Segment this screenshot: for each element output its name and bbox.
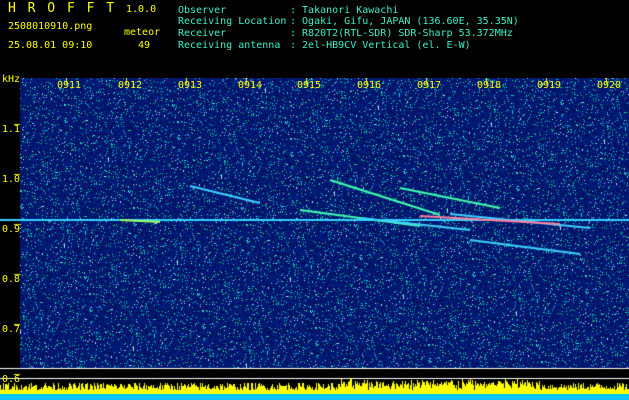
info-value-observer: : Takanori Kawachi — [290, 5, 399, 16]
time-tick-label: 0917 — [417, 80, 442, 91]
info-value-location: : Ogaki, Gifu, JAPAN (136.60E, 35.35N) — [290, 16, 519, 27]
info-label-antenna: Receiving antenna — [178, 40, 281, 51]
frequency-tick-label: 1.1 — [2, 124, 21, 135]
capture-filename: 2508010910.png — [8, 21, 93, 32]
info-label-location: Receiving Location — [178, 16, 287, 27]
spectrogram-canvas — [0, 78, 629, 400]
app-version: 1.0.0 — [126, 4, 157, 15]
frequency-unit-label: kHz — [2, 74, 21, 85]
time-tick-label: 0913 — [178, 80, 203, 91]
time-tick-label: 0916 — [357, 80, 382, 91]
time-tick-label: 0919 — [537, 80, 562, 91]
info-label-receiver: Receiver — [178, 28, 227, 39]
info-value-antenna: : 2el-HB9CV Vertical (el. E-W) — [290, 40, 471, 51]
frequency-tick-label: 1.0 — [2, 174, 21, 185]
time-tick-label: 0915 — [297, 80, 322, 91]
capture-datetime: 25.08.01 09:10 — [8, 40, 93, 51]
time-tick-label: 0912 — [118, 80, 143, 91]
info-label-observer: Observer — [178, 5, 227, 16]
app-title: H R O F F T — [8, 1, 117, 16]
header-panel: H R O F F T 1.0.0 2508010910.png meteor … — [0, 0, 629, 78]
frequency-tick-label: 0.9 — [2, 224, 21, 235]
meteor-label: meteor — [124, 27, 161, 38]
time-tick-label: 0914 — [238, 80, 263, 91]
meteor-count: 49 — [138, 40, 151, 51]
frequency-tick-label: 0.8 — [2, 274, 21, 285]
frequency-tick-label: 0.6 — [2, 374, 21, 385]
info-value-receiver: : R820T2(RTL-SDR) SDR-Sharp 53.372MHz — [290, 28, 513, 39]
frequency-tick-label: 0.7 — [2, 324, 21, 335]
time-tick-label: 0920 — [597, 80, 622, 91]
time-tick-label: 0918 — [477, 80, 502, 91]
time-tick-label: 0911 — [57, 80, 82, 91]
